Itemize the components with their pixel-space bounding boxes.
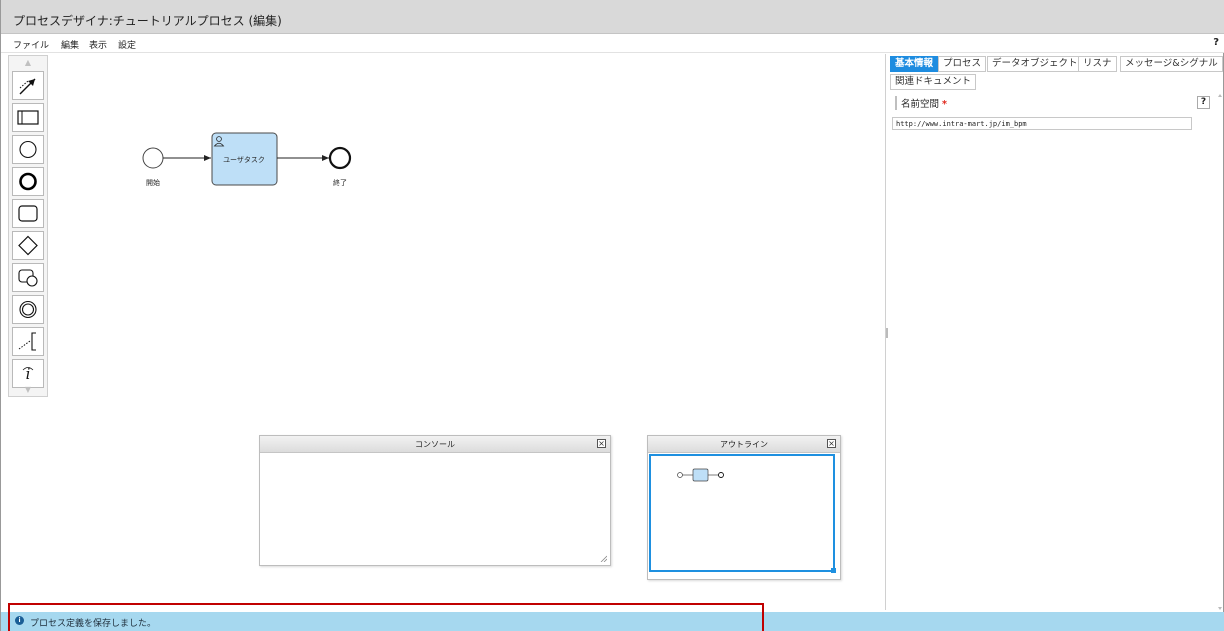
namespace-label-text: 名前空間 — [901, 99, 940, 110]
palette-scroll-up[interactable]: ▲ — [9, 56, 47, 70]
connector-arrow-icon — [19, 78, 36, 95]
outline-panel: アウトライン × — [647, 435, 841, 580]
end-event[interactable] — [328, 146, 352, 170]
console-close-icon[interactable]: × — [597, 439, 606, 448]
subprocess-tool[interactable] — [12, 263, 44, 292]
outline-preview — [677, 468, 724, 482]
start-event[interactable] — [142, 147, 164, 169]
annotation-icon — [18, 332, 36, 351]
outline-resize-handle[interactable] — [831, 568, 836, 573]
annotation-tool[interactable] — [12, 327, 44, 356]
outline-title: アウトライン — [720, 440, 768, 449]
menu-bar: ファイル 編集 表示 設定 ? — [1, 34, 1224, 53]
panel-splitter[interactable] — [886, 328, 888, 338]
tab-message-signal[interactable]: メッセージ&シグナル — [1120, 56, 1223, 72]
console-panel: コンソール × — [259, 435, 611, 566]
end-event-label: 終了 — [333, 178, 347, 187]
start-event-tool[interactable] — [12, 135, 44, 164]
highlight-box — [8, 603, 764, 631]
palette-scroll-down[interactable]: ▼ — [9, 383, 47, 397]
properties-scrollbar[interactable] — [1217, 93, 1223, 611]
task-tool[interactable] — [12, 199, 44, 228]
gateway-tool[interactable] — [12, 231, 44, 260]
title-bar: プロセスデザイナ:チュートリアルプロセス (編集) — [1, 0, 1224, 34]
intermediate-event-tool[interactable] — [12, 295, 44, 324]
process-designer-window: プロセスデザイナ:チュートリアルプロセス (編集) ファイル 編集 表示 設定 … — [0, 0, 1224, 631]
resize-grip-icon[interactable] — [600, 555, 607, 562]
swimlane-tool[interactable] — [12, 103, 44, 132]
menu-file[interactable]: ファイル — [13, 38, 49, 51]
user-task-label: ユーザタスク — [223, 155, 265, 164]
outline-viewport[interactable] — [649, 454, 836, 573]
subprocess-icon — [18, 269, 38, 287]
end-event-tool[interactable] — [12, 167, 44, 196]
task-icon — [18, 205, 38, 222]
end-event-icon — [19, 172, 37, 191]
console-output[interactable] — [260, 454, 610, 565]
menu-edit[interactable]: 編集 — [61, 38, 79, 51]
intermediate-event-icon — [19, 300, 37, 319]
console-title: コンソール — [415, 440, 455, 449]
required-mark: * — [942, 99, 948, 110]
start-event-icon — [19, 140, 37, 159]
tool-palette: ▲ i ▼ — [8, 55, 48, 397]
start-event-label: 開始 — [146, 178, 160, 187]
tab-process[interactable]: プロセス — [938, 56, 987, 72]
namespace-label: 名前空間 * — [895, 96, 947, 110]
properties-panel — [885, 54, 1223, 610]
tab-basic-info[interactable]: 基本情報 — [890, 56, 939, 72]
connector-tool[interactable] — [12, 71, 44, 100]
window-title: プロセスデザイナ:チュートリアルプロセス (編集) — [13, 14, 282, 28]
console-header: コンソール × — [260, 436, 610, 453]
namespace-input[interactable] — [892, 117, 1192, 130]
tab-related-documents[interactable]: 関連ドキュメント — [890, 74, 977, 90]
swimlane-icon — [17, 110, 39, 125]
tab-data-objects[interactable]: データオブジェクト — [987, 56, 1083, 72]
menu-view[interactable]: 表示 — [89, 38, 107, 51]
menu-settings[interactable]: 設定 — [118, 38, 136, 51]
gateway-icon — [18, 235, 38, 256]
help-button[interactable]: ? — [1213, 37, 1219, 48]
outline-header: アウトライン × — [648, 436, 840, 453]
namespace-help-button[interactable]: ? — [1197, 96, 1210, 109]
tab-listener[interactable]: リスナ — [1078, 56, 1117, 72]
outline-close-icon[interactable]: × — [827, 439, 836, 448]
